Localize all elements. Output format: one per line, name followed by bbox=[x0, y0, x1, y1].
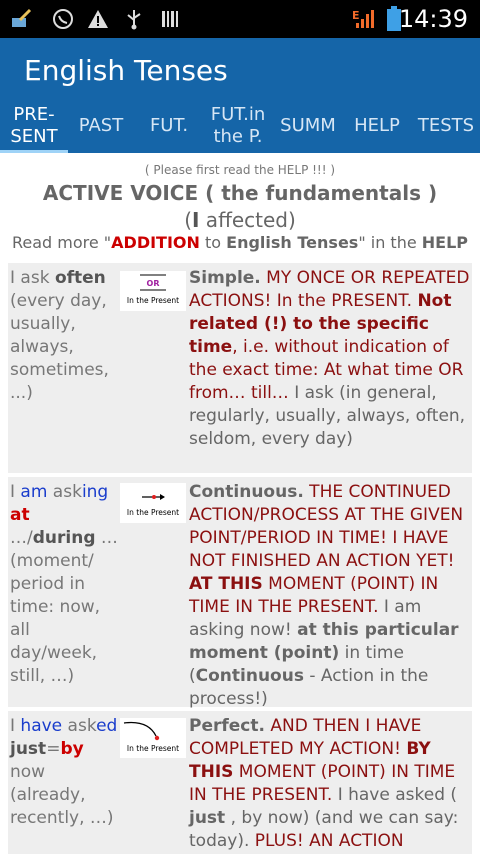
illustration-label: In the Present bbox=[127, 508, 179, 517]
warning-icon bbox=[88, 10, 108, 28]
continuous-example: I am asking at …/during … (moment/ period… bbox=[10, 481, 120, 688]
example-text: I ask bbox=[10, 268, 55, 288]
example-keyword: during bbox=[32, 528, 96, 548]
continuous-description: Continuous. THE CONTINUED ACTION/PROCESS… bbox=[189, 481, 471, 711]
illustration-label: In the Present bbox=[127, 744, 179, 753]
tab-label: SUMM bbox=[280, 114, 336, 136]
tab-label: TESTS bbox=[417, 114, 475, 136]
whatsapp-icon bbox=[53, 9, 73, 29]
example-text: I bbox=[10, 482, 21, 502]
tab-present[interactable]: PRE- SENT bbox=[0, 98, 68, 153]
example-text: = bbox=[46, 739, 61, 759]
tense-title: Simple. bbox=[189, 268, 261, 288]
english-tenses-link[interactable]: English Tenses bbox=[226, 233, 358, 252]
perfect-timeline-illustration: In the Present bbox=[120, 718, 186, 758]
example-keyword: have bbox=[20, 716, 63, 736]
tense-title: Continuous. bbox=[189, 482, 304, 502]
tab-label: FUT.in the P. bbox=[210, 103, 266, 147]
app-title: English Tenses bbox=[24, 54, 228, 87]
section-subheading: (I affected) bbox=[0, 208, 480, 232]
description-example: I have asked ( bbox=[337, 785, 458, 805]
illustration-label: In the Present bbox=[127, 296, 179, 305]
status-bar: E 14:39 bbox=[0, 0, 480, 38]
example-keyword: just bbox=[10, 739, 47, 759]
description-example: just bbox=[189, 808, 226, 828]
readmore-to: to bbox=[199, 233, 227, 252]
tense-title: Perfect. bbox=[189, 716, 265, 736]
example-keyword: at bbox=[10, 505, 30, 525]
simple-description: Simple. MY ONCE OR REPEATED ACTIONS! In … bbox=[189, 267, 471, 451]
readmore-prefix: Read more " bbox=[11, 233, 112, 252]
example-text: ask bbox=[62, 716, 97, 736]
example-keyword: ed bbox=[96, 716, 118, 736]
example-text: (every day, usually, always, sometimes, … bbox=[10, 291, 109, 403]
tab-label: FUT. bbox=[149, 114, 189, 136]
example-keyword: by bbox=[60, 739, 84, 759]
example-text: I bbox=[10, 716, 21, 736]
tab-tests[interactable]: TESTS bbox=[412, 98, 480, 153]
tab-help[interactable]: HELP bbox=[346, 98, 408, 153]
description-emphasis: AT THIS bbox=[189, 574, 263, 594]
description-example: Continuous bbox=[195, 666, 304, 686]
usb-icon bbox=[127, 10, 141, 30]
simple-example: I ask often (every day, usually, always,… bbox=[10, 267, 120, 405]
example-keyword: am bbox=[20, 482, 48, 502]
signal-icon: E bbox=[352, 9, 374, 28]
addition-link[interactable]: ADDITION bbox=[111, 233, 200, 252]
continuous-timeline-illustration: In the Present bbox=[120, 483, 186, 523]
simple-timeline-illustration: OR In the Present bbox=[120, 271, 186, 311]
perfect-description: Perfect. AND THEN I HAVE COMPLETED MY AC… bbox=[189, 715, 471, 853]
tab-future-in-past[interactable]: FUT.in the P. bbox=[204, 98, 272, 153]
description-text: PLUS! AN ACTION bbox=[254, 831, 404, 851]
example-text: … (moment/ period in time: now, all day/… bbox=[10, 528, 118, 686]
tab-summary[interactable]: SUMM bbox=[274, 98, 342, 153]
example-text: ask bbox=[47, 482, 82, 502]
tab-past[interactable]: PAST bbox=[70, 98, 132, 153]
subheading-rest: affected) bbox=[199, 208, 296, 232]
section-heading: ACTIVE VOICE ( the fundamentals ) bbox=[42, 181, 438, 205]
svg-text:E: E bbox=[352, 9, 360, 22]
perfect-example: I have asked just=by now (already, recent… bbox=[10, 715, 120, 830]
tab-label: HELP bbox=[354, 114, 400, 136]
help-note: ( Please first read the HELP !!! ) bbox=[144, 163, 336, 177]
example-text: now (already, recently, …) bbox=[10, 762, 114, 828]
clock: 14:39 bbox=[398, 5, 468, 33]
help-link[interactable]: HELP bbox=[422, 233, 468, 252]
tab-future[interactable]: FUT. bbox=[140, 98, 198, 153]
readmore-middle: " in the bbox=[358, 233, 422, 252]
example-keyword: often bbox=[54, 268, 106, 288]
example-text: …/ bbox=[10, 528, 33, 548]
tab-label: PRE- SENT bbox=[10, 103, 58, 147]
broom-icon bbox=[12, 8, 32, 27]
read-more-line[interactable]: Read more "ADDITION to English Tenses" i… bbox=[0, 233, 480, 252]
subheading-open: ( bbox=[184, 208, 192, 232]
or-label: OR bbox=[147, 279, 160, 288]
tab-bar: PRE- SENT PAST FUT. FUT.in the P. SUMM H… bbox=[0, 98, 480, 153]
barcode-icon bbox=[162, 11, 178, 27]
example-keyword: ing bbox=[81, 482, 109, 502]
app-bar: English Tenses PRE- SENT PAST FUT. FUT.i… bbox=[0, 38, 480, 153]
tense-content[interactable]: ( Please first read the HELP !!! ) ACTIV… bbox=[0, 153, 480, 854]
tab-label: PAST bbox=[78, 114, 124, 136]
